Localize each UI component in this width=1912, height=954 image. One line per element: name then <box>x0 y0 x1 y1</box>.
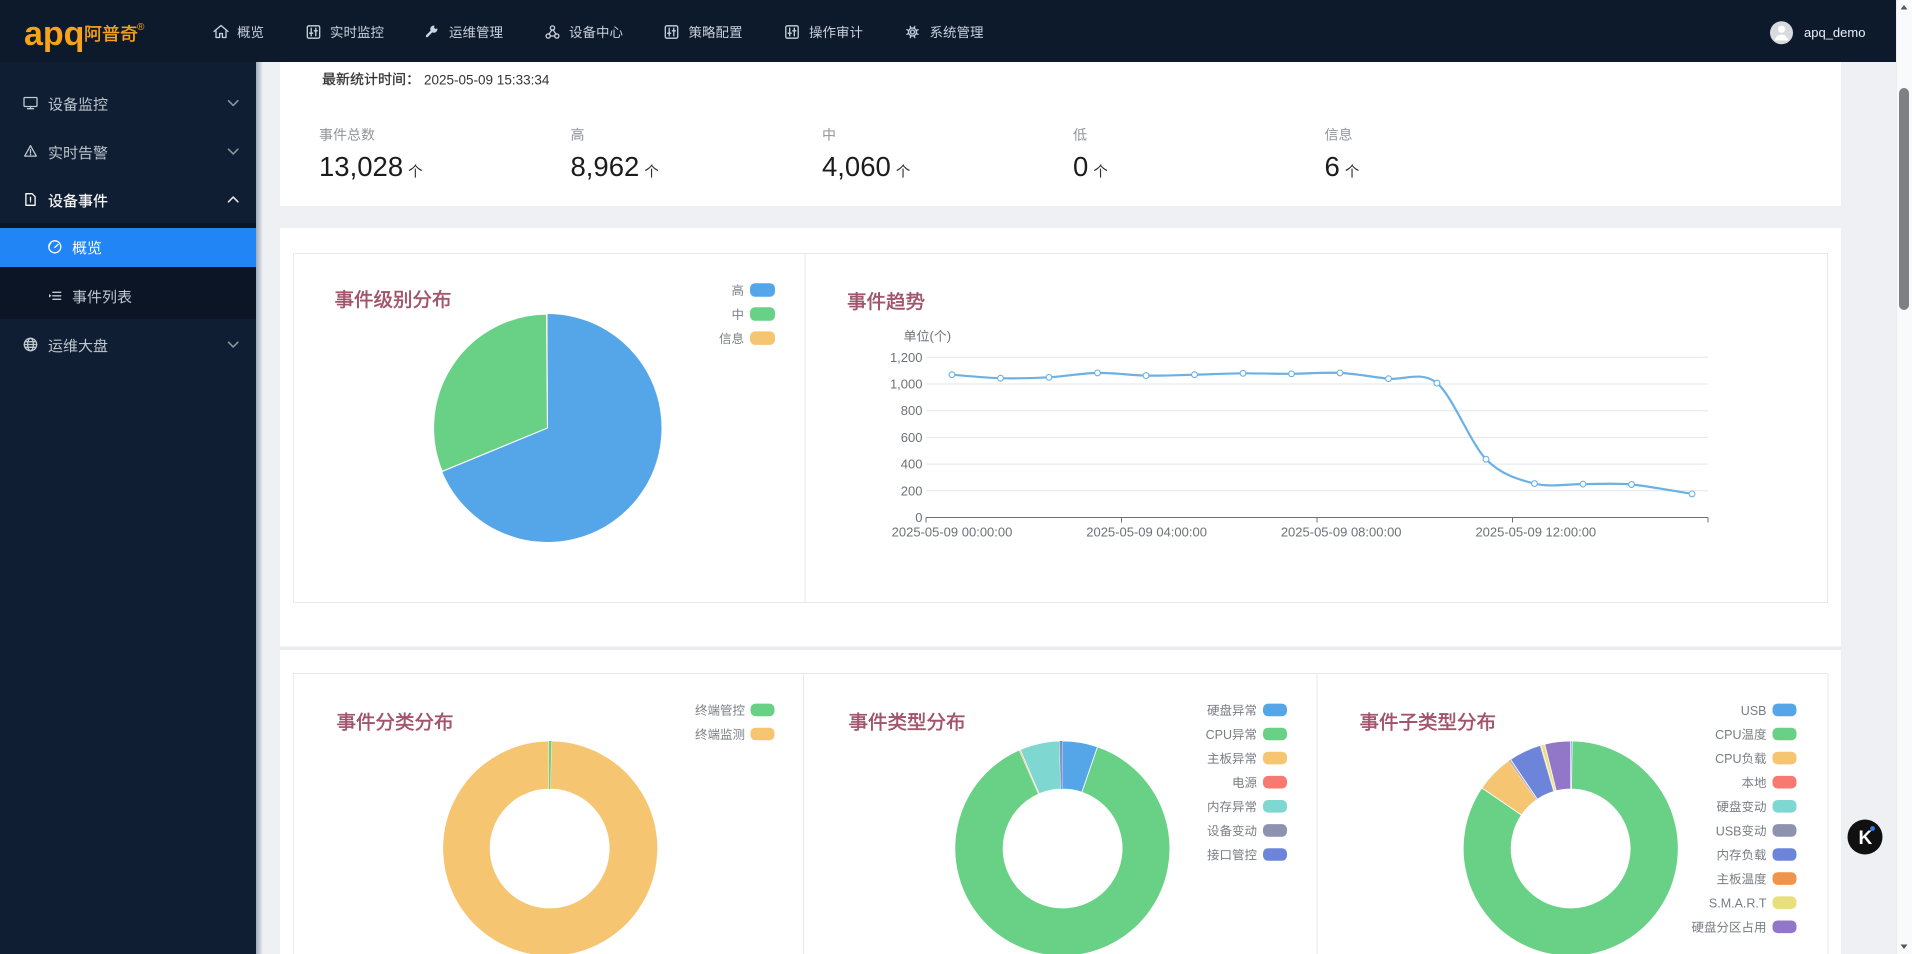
svg-text:6: 6 <box>1325 151 1340 182</box>
svg-text:2025-05-09 12:00:00: 2025-05-09 12:00:00 <box>1475 525 1596 540</box>
svg-text:2025-05-09 08:00:00: 2025-05-09 08:00:00 <box>1281 525 1402 540</box>
svg-text:USB: USB <box>1716 824 1742 838</box>
svg-text:apq_demo: apq_demo <box>1804 25 1865 40</box>
svg-text:13,028: 13,028 <box>319 151 403 182</box>
svg-text:apq: apq <box>24 15 84 53</box>
svg-text:CPU: CPU <box>1715 752 1741 766</box>
svg-text:®: ® <box>137 22 145 33</box>
svg-text:400: 400 <box>901 457 923 472</box>
svg-text:2025-05-09 00:00:00: 2025-05-09 00:00:00 <box>892 525 1013 540</box>
svg-text:2025-05-09 15:33:34: 2025-05-09 15:33:34 <box>424 73 550 88</box>
svg-text:CPU: CPU <box>1206 728 1232 742</box>
svg-text:K: K <box>1859 828 1873 849</box>
svg-text:4,060: 4,060 <box>822 151 891 182</box>
svg-text:1,200: 1,200 <box>890 350 923 365</box>
svg-text:(: ( <box>930 329 935 344</box>
svg-text:USB: USB <box>1741 704 1767 718</box>
svg-text:S.M.A.R.T: S.M.A.R.T <box>1709 897 1767 911</box>
svg-text:600: 600 <box>901 430 923 445</box>
svg-text:8,962: 8,962 <box>571 151 640 182</box>
svg-text:2025-05-09 04:00:00: 2025-05-09 04:00:00 <box>1086 525 1207 540</box>
svg-text:200: 200 <box>901 483 923 498</box>
svg-text:): ) <box>947 329 951 344</box>
svg-text:CPU: CPU <box>1715 728 1741 742</box>
svg-text:0: 0 <box>915 510 922 525</box>
svg-text:0: 0 <box>1073 151 1088 182</box>
svg-text:1,000: 1,000 <box>890 377 923 392</box>
svg-text:800: 800 <box>901 403 923 418</box>
